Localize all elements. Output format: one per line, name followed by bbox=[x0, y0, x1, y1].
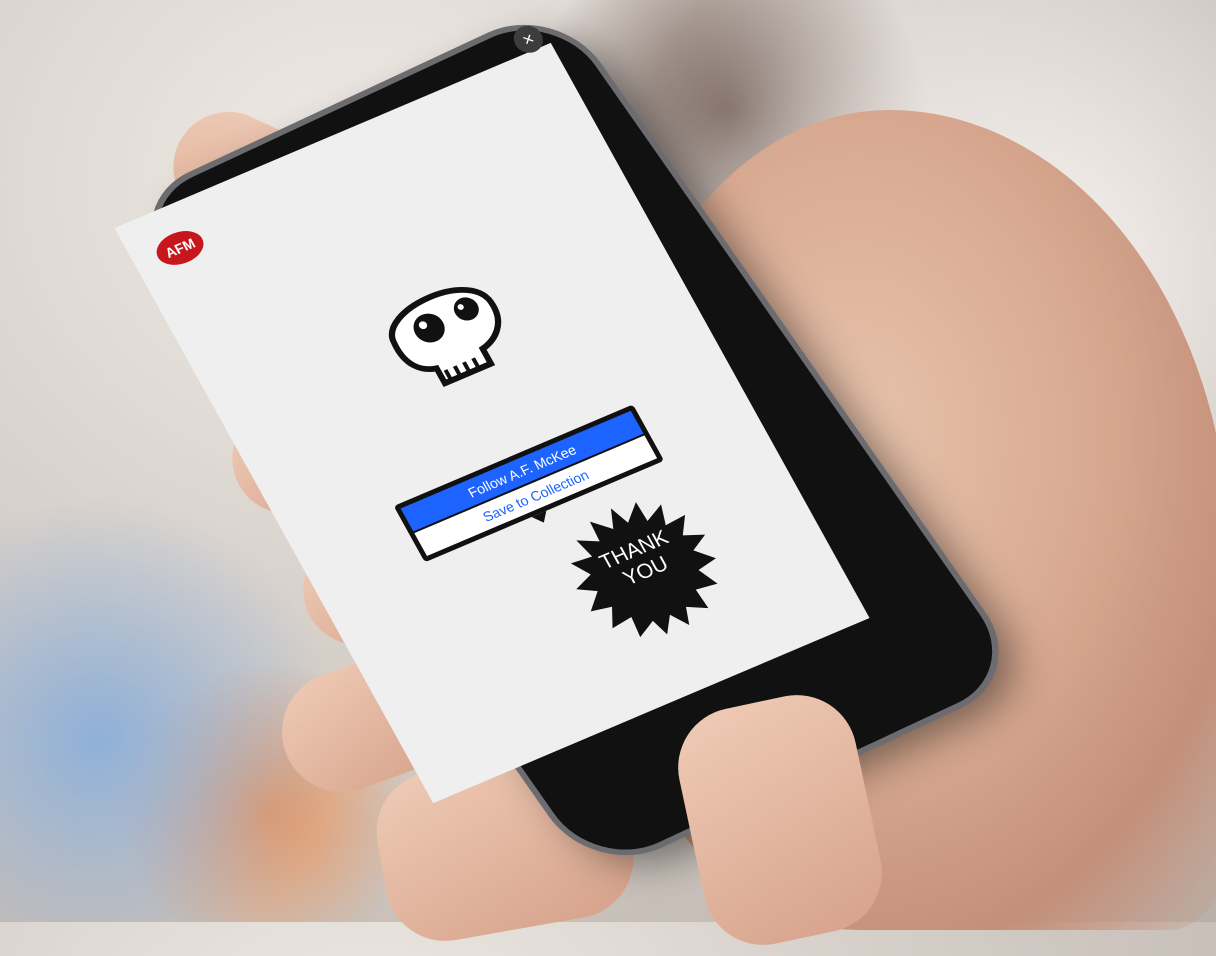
afm-logo[interactable]: AFM bbox=[150, 224, 210, 272]
menu-pointer bbox=[531, 510, 552, 526]
skull-icon bbox=[388, 287, 502, 388]
thank-you-badge[interactable]: THANK YOU bbox=[546, 479, 743, 657]
